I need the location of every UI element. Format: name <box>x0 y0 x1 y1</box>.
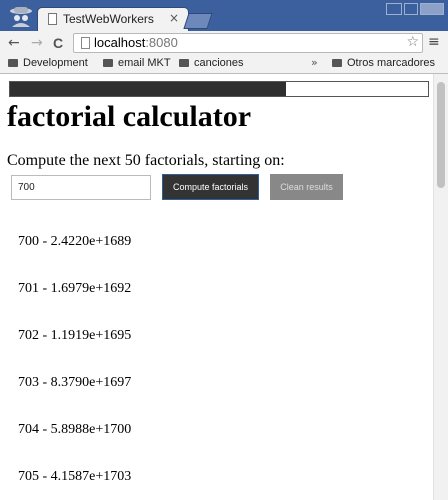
clean-results-button[interactable]: Clean results <box>270 174 343 200</box>
address-bar[interactable]: localhost:8080 ☆ <box>73 33 423 53</box>
result-item: 702 - 1.1919e+1695 <box>18 328 132 343</box>
chrome-menu-icon[interactable]: ≡ <box>428 34 440 50</box>
result-item: 703 - 8.3790e+1697 <box>18 375 132 390</box>
bookmarks-bar: Development email MKT canciones » Otros … <box>0 55 448 74</box>
compute-factorials-button[interactable]: Compute factorials <box>162 174 259 200</box>
browser-toolbar: ← → C localhost:8080 ☆ ≡ <box>0 31 448 55</box>
progress-bar <box>9 81 429 97</box>
result-item: 701 - 1.6979e+1692 <box>18 281 132 296</box>
bookmarks-overflow-chevron-icon[interactable]: » <box>311 56 318 69</box>
bookmark-folder-canciones[interactable]: canciones <box>179 57 244 69</box>
maximize-button[interactable] <box>404 3 418 15</box>
progress-fill <box>10 82 286 96</box>
new-tab-button[interactable] <box>183 13 213 29</box>
folder-icon <box>179 59 189 67</box>
scrollbar-thumb[interactable] <box>437 82 445 188</box>
folder-icon <box>332 59 342 67</box>
page-info-icon[interactable] <box>81 37 90 49</box>
prompt-text: Compute the next 50 factorials, starting… <box>7 152 285 169</box>
result-item: 705 - 4.1587e+1703 <box>18 469 132 484</box>
forward-arrow-icon[interactable]: → <box>31 34 43 52</box>
vertical-scrollbar[interactable] <box>433 74 448 500</box>
close-window-button[interactable] <box>420 3 444 15</box>
tab-title: TestWebWorkers <box>63 12 154 26</box>
tab-testwebworkers[interactable]: TestWebWorkers × <box>38 8 188 31</box>
page-title: factorial calculator <box>7 100 252 133</box>
folder-icon <box>8 59 18 67</box>
minimize-button[interactable] <box>386 3 402 15</box>
result-item: 700 - 2.4220e+1689 <box>18 234 132 249</box>
result-item: 704 - 5.8988e+1700 <box>18 422 132 437</box>
page-icon <box>48 13 57 25</box>
tab-close-icon[interactable]: × <box>169 11 179 25</box>
start-number-input[interactable] <box>11 175 151 200</box>
window-titlebar: TestWebWorkers × <box>0 0 448 31</box>
back-arrow-icon[interactable]: ← <box>8 34 20 52</box>
bookmark-folder-development[interactable]: Development <box>8 57 88 69</box>
reload-icon[interactable]: C <box>53 34 63 52</box>
bookmark-star-icon[interactable]: ☆ <box>406 34 419 50</box>
bookmark-folder-other[interactable]: Otros marcadores <box>332 57 435 69</box>
folder-icon <box>103 59 113 67</box>
bookmark-folder-email-mkt[interactable]: email MKT <box>103 57 171 69</box>
url-text: localhost:8080 <box>94 35 178 50</box>
incognito-profile-icon[interactable] <box>6 5 36 27</box>
